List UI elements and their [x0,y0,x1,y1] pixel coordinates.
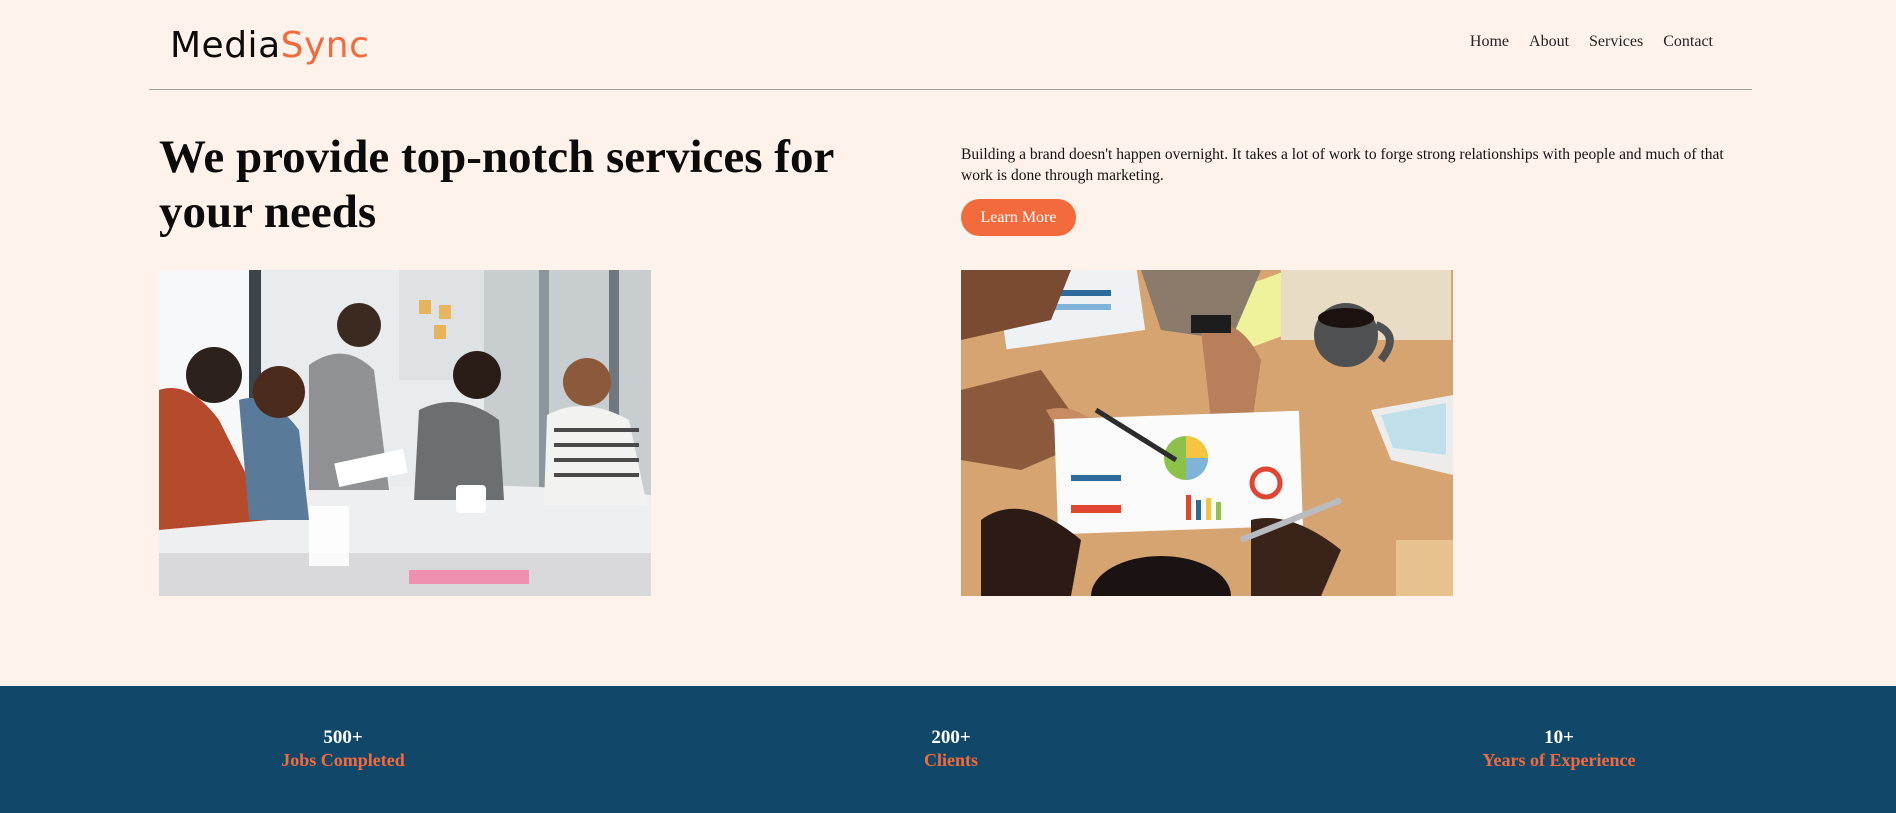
stat-experience-label: Years of Experience [1482,750,1636,770]
stat-clients: 200+ Clients [791,726,1111,772]
stat-clients-label: Clients [924,750,978,770]
hero-title: We provide top-notch services for your n… [159,131,834,238]
main-nav: Home About Services Contact [1470,33,1713,51]
hero-description: Building a brand doesn't happen overnigh… [961,146,1724,184]
team-meeting-photo [159,270,651,596]
brand-logo[interactable]: MediaSync [170,24,369,68]
site-header: MediaSync Home About Services Contact [149,0,1752,90]
stats-band: 500+ Jobs Completed 200+ Clients 10+ Yea… [0,686,1896,813]
nav-home-link[interactable]: Home [1470,33,1509,51]
stat-jobs-value: 500+ [323,727,363,748]
learn-more-button[interactable]: Learn More [961,199,1076,236]
brand-logo-part2: Sync [280,25,370,66]
nav-about-link[interactable]: About [1529,33,1569,51]
charts-desk-photo [961,270,1453,596]
stat-jobs: 500+ Jobs Completed [183,726,503,772]
nav-services-link[interactable]: Services [1589,33,1643,51]
stat-clients-value: 200+ [931,727,971,748]
stat-jobs-label: Jobs Completed [281,750,405,770]
brand-logo-part1: Media [170,25,281,66]
nav-contact-link[interactable]: Contact [1663,33,1713,51]
stat-experience-value: 10+ [1544,727,1574,748]
stat-experience: 10+ Years of Experience [1399,726,1719,772]
